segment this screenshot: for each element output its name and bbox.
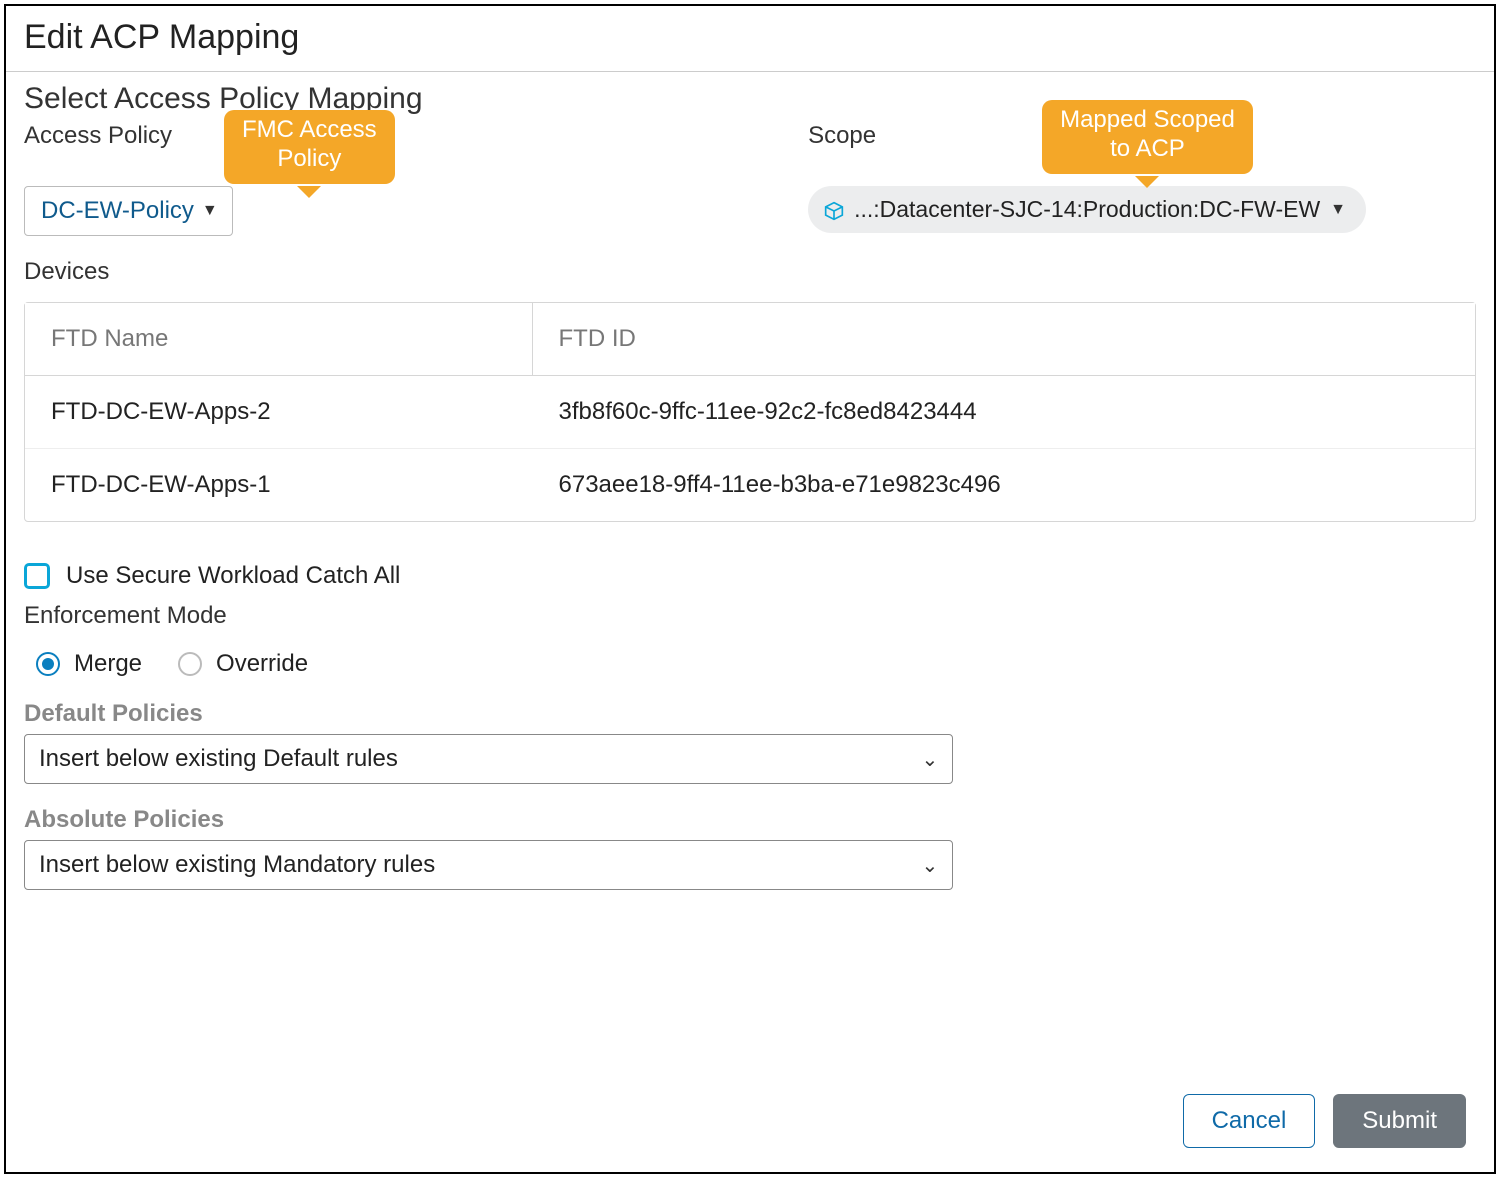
callout-mapped-scope: Mapped Scoped to ACP — [1042, 100, 1253, 174]
radio-merge-label: Merge — [74, 650, 142, 678]
radio-icon — [178, 652, 202, 676]
callout-fmc-access-policy: FMC Access Policy — [224, 110, 395, 184]
table-header: FTD Name FTD ID — [25, 303, 1475, 376]
access-policy-label: Access Policy — [24, 122, 808, 150]
cell-ftd-name: FTD-DC-EW-Apps-1 — [25, 449, 533, 521]
radio-merge[interactable]: Merge — [36, 650, 142, 678]
policy-scope-row: Access Policy FMC Access Policy DC-EW-Po… — [24, 122, 1476, 236]
access-policy-column: Access Policy FMC Access Policy DC-EW-Po… — [24, 122, 808, 236]
col-ftd-id: FTD ID — [533, 303, 1476, 375]
default-policies-group: Default Policies Insert below existing D… — [24, 700, 1476, 784]
form-section: Select Access Policy Mapping Access Poli… — [6, 72, 1494, 890]
devices-table: FTD Name FTD ID FTD-DC-EW-Apps-2 3fb8f60… — [24, 302, 1476, 522]
scope-column: Scope Mapped Scoped to ACP ...:Datacente… — [808, 122, 1476, 233]
radio-override[interactable]: Override — [178, 650, 308, 678]
cell-ftd-id: 673aee18-9ff4-11ee-b3ba-e71e9823c496 — [533, 449, 1476, 521]
scope-select[interactable]: ...:Datacenter-SJC-14:Production:DC-FW-E… — [808, 186, 1366, 233]
dialog-footer: Cancel Submit — [1183, 1094, 1466, 1148]
dialog-title: Edit ACP Mapping — [6, 6, 1494, 72]
col-ftd-name: FTD Name — [25, 303, 533, 375]
default-policies-select[interactable]: Insert below existing Default rules ⌄ — [24, 734, 953, 784]
table-row: FTD-DC-EW-Apps-2 3fb8f60c-9ffc-11ee-92c2… — [25, 376, 1475, 449]
cell-ftd-id: 3fb8f60c-9ffc-11ee-92c2-fc8ed8423444 — [533, 376, 1476, 448]
default-policies-value: Insert below existing Default rules — [39, 745, 398, 773]
chevron-down-icon: ⌄ — [922, 747, 939, 772]
dialog: Edit ACP Mapping Select Access Policy Ma… — [4, 4, 1496, 1174]
absolute-policies-value: Insert below existing Mandatory rules — [39, 851, 435, 879]
default-policies-label: Default Policies — [24, 700, 1476, 728]
absolute-policies-label: Absolute Policies — [24, 806, 1476, 834]
submit-button[interactable]: Submit — [1333, 1094, 1466, 1148]
cancel-button[interactable]: Cancel — [1183, 1094, 1316, 1148]
caret-down-icon: ▼ — [1330, 201, 1346, 219]
absolute-policies-group: Absolute Policies Insert below existing … — [24, 806, 1476, 890]
caret-down-icon: ▼ — [202, 202, 218, 220]
devices-label: Devices — [24, 258, 1476, 286]
access-policy-select[interactable]: DC-EW-Policy ▼ — [24, 186, 233, 236]
radio-override-label: Override — [216, 650, 308, 678]
catch-all-row: Use Secure Workload Catch All — [24, 562, 1476, 590]
enforcement-mode-label: Enforcement Mode — [24, 602, 1476, 630]
access-policy-value: DC-EW-Policy — [41, 197, 194, 225]
catch-all-label: Use Secure Workload Catch All — [66, 562, 400, 590]
table-row: FTD-DC-EW-Apps-1 673aee18-9ff4-11ee-b3ba… — [25, 449, 1475, 521]
chevron-down-icon: ⌄ — [922, 853, 939, 878]
enforcement-radio-group: Merge Override — [24, 650, 1476, 678]
radio-icon — [36, 652, 60, 676]
catch-all-checkbox[interactable] — [24, 563, 50, 589]
scope-value: ...:Datacenter-SJC-14:Production:DC-FW-E… — [854, 196, 1320, 223]
cell-ftd-name: FTD-DC-EW-Apps-2 — [25, 376, 533, 448]
cube-icon — [824, 200, 844, 220]
absolute-policies-select[interactable]: Insert below existing Mandatory rules ⌄ — [24, 840, 953, 890]
